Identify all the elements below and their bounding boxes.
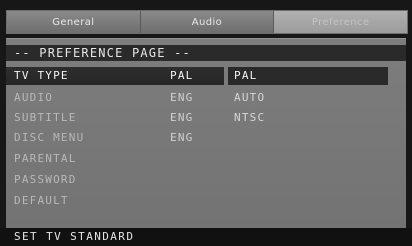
status-bar: SET TV STANDARD — [0, 228, 412, 246]
option-pal[interactable]: PAL — [234, 67, 257, 85]
menu-item-label: PASSWORD — [14, 173, 77, 186]
menu-item-value: ENG — [170, 91, 194, 104]
tab-audio[interactable]: Audio — [141, 11, 275, 33]
menu-item-label: DISC MENU — [14, 131, 85, 144]
menu-item-audio[interactable]: AUDIO ENG — [6, 89, 406, 107]
menu-item-parental[interactable]: PARENTAL — [6, 150, 406, 168]
menu-item-label: AUDIO — [14, 91, 54, 104]
menu-item-disc-menu[interactable]: DISC MENU ENG — [6, 129, 406, 147]
menu-item-label: SUBTITLE — [14, 111, 77, 124]
option-ntsc[interactable]: NTSC — [234, 109, 265, 127]
menu-item-value: PAL — [170, 69, 194, 82]
menu-item-value: ENG — [170, 131, 194, 144]
menu-item-label: PARENTAL — [14, 152, 77, 165]
tab-preference[interactable]: Preference — [274, 11, 408, 33]
tab-general[interactable]: General — [7, 11, 141, 33]
page-title: -- PREFERENCE PAGE -- — [6, 45, 406, 61]
dvd-setup-screen: General Audio Preference -- PREFERENCE P… — [0, 0, 412, 246]
menu-item-value: ENG — [170, 111, 194, 124]
option-auto[interactable]: AUTO — [234, 89, 265, 107]
menu-item-subtitle[interactable]: SUBTITLE ENG — [6, 109, 406, 127]
tab-bar: General Audio Preference — [6, 10, 408, 34]
menu-item-label: TV TYPE — [14, 69, 69, 82]
menu-item-label: DEFAULT — [14, 194, 69, 207]
preference-panel: -- PREFERENCE PAGE -- TV TYPE PAL AUDIO … — [6, 38, 406, 229]
menu-item-tv-type[interactable]: TV TYPE PAL — [6, 67, 224, 85]
menu-item-default[interactable]: DEFAULT — [6, 192, 406, 210]
menu-item-password[interactable]: PASSWORD — [6, 171, 406, 189]
